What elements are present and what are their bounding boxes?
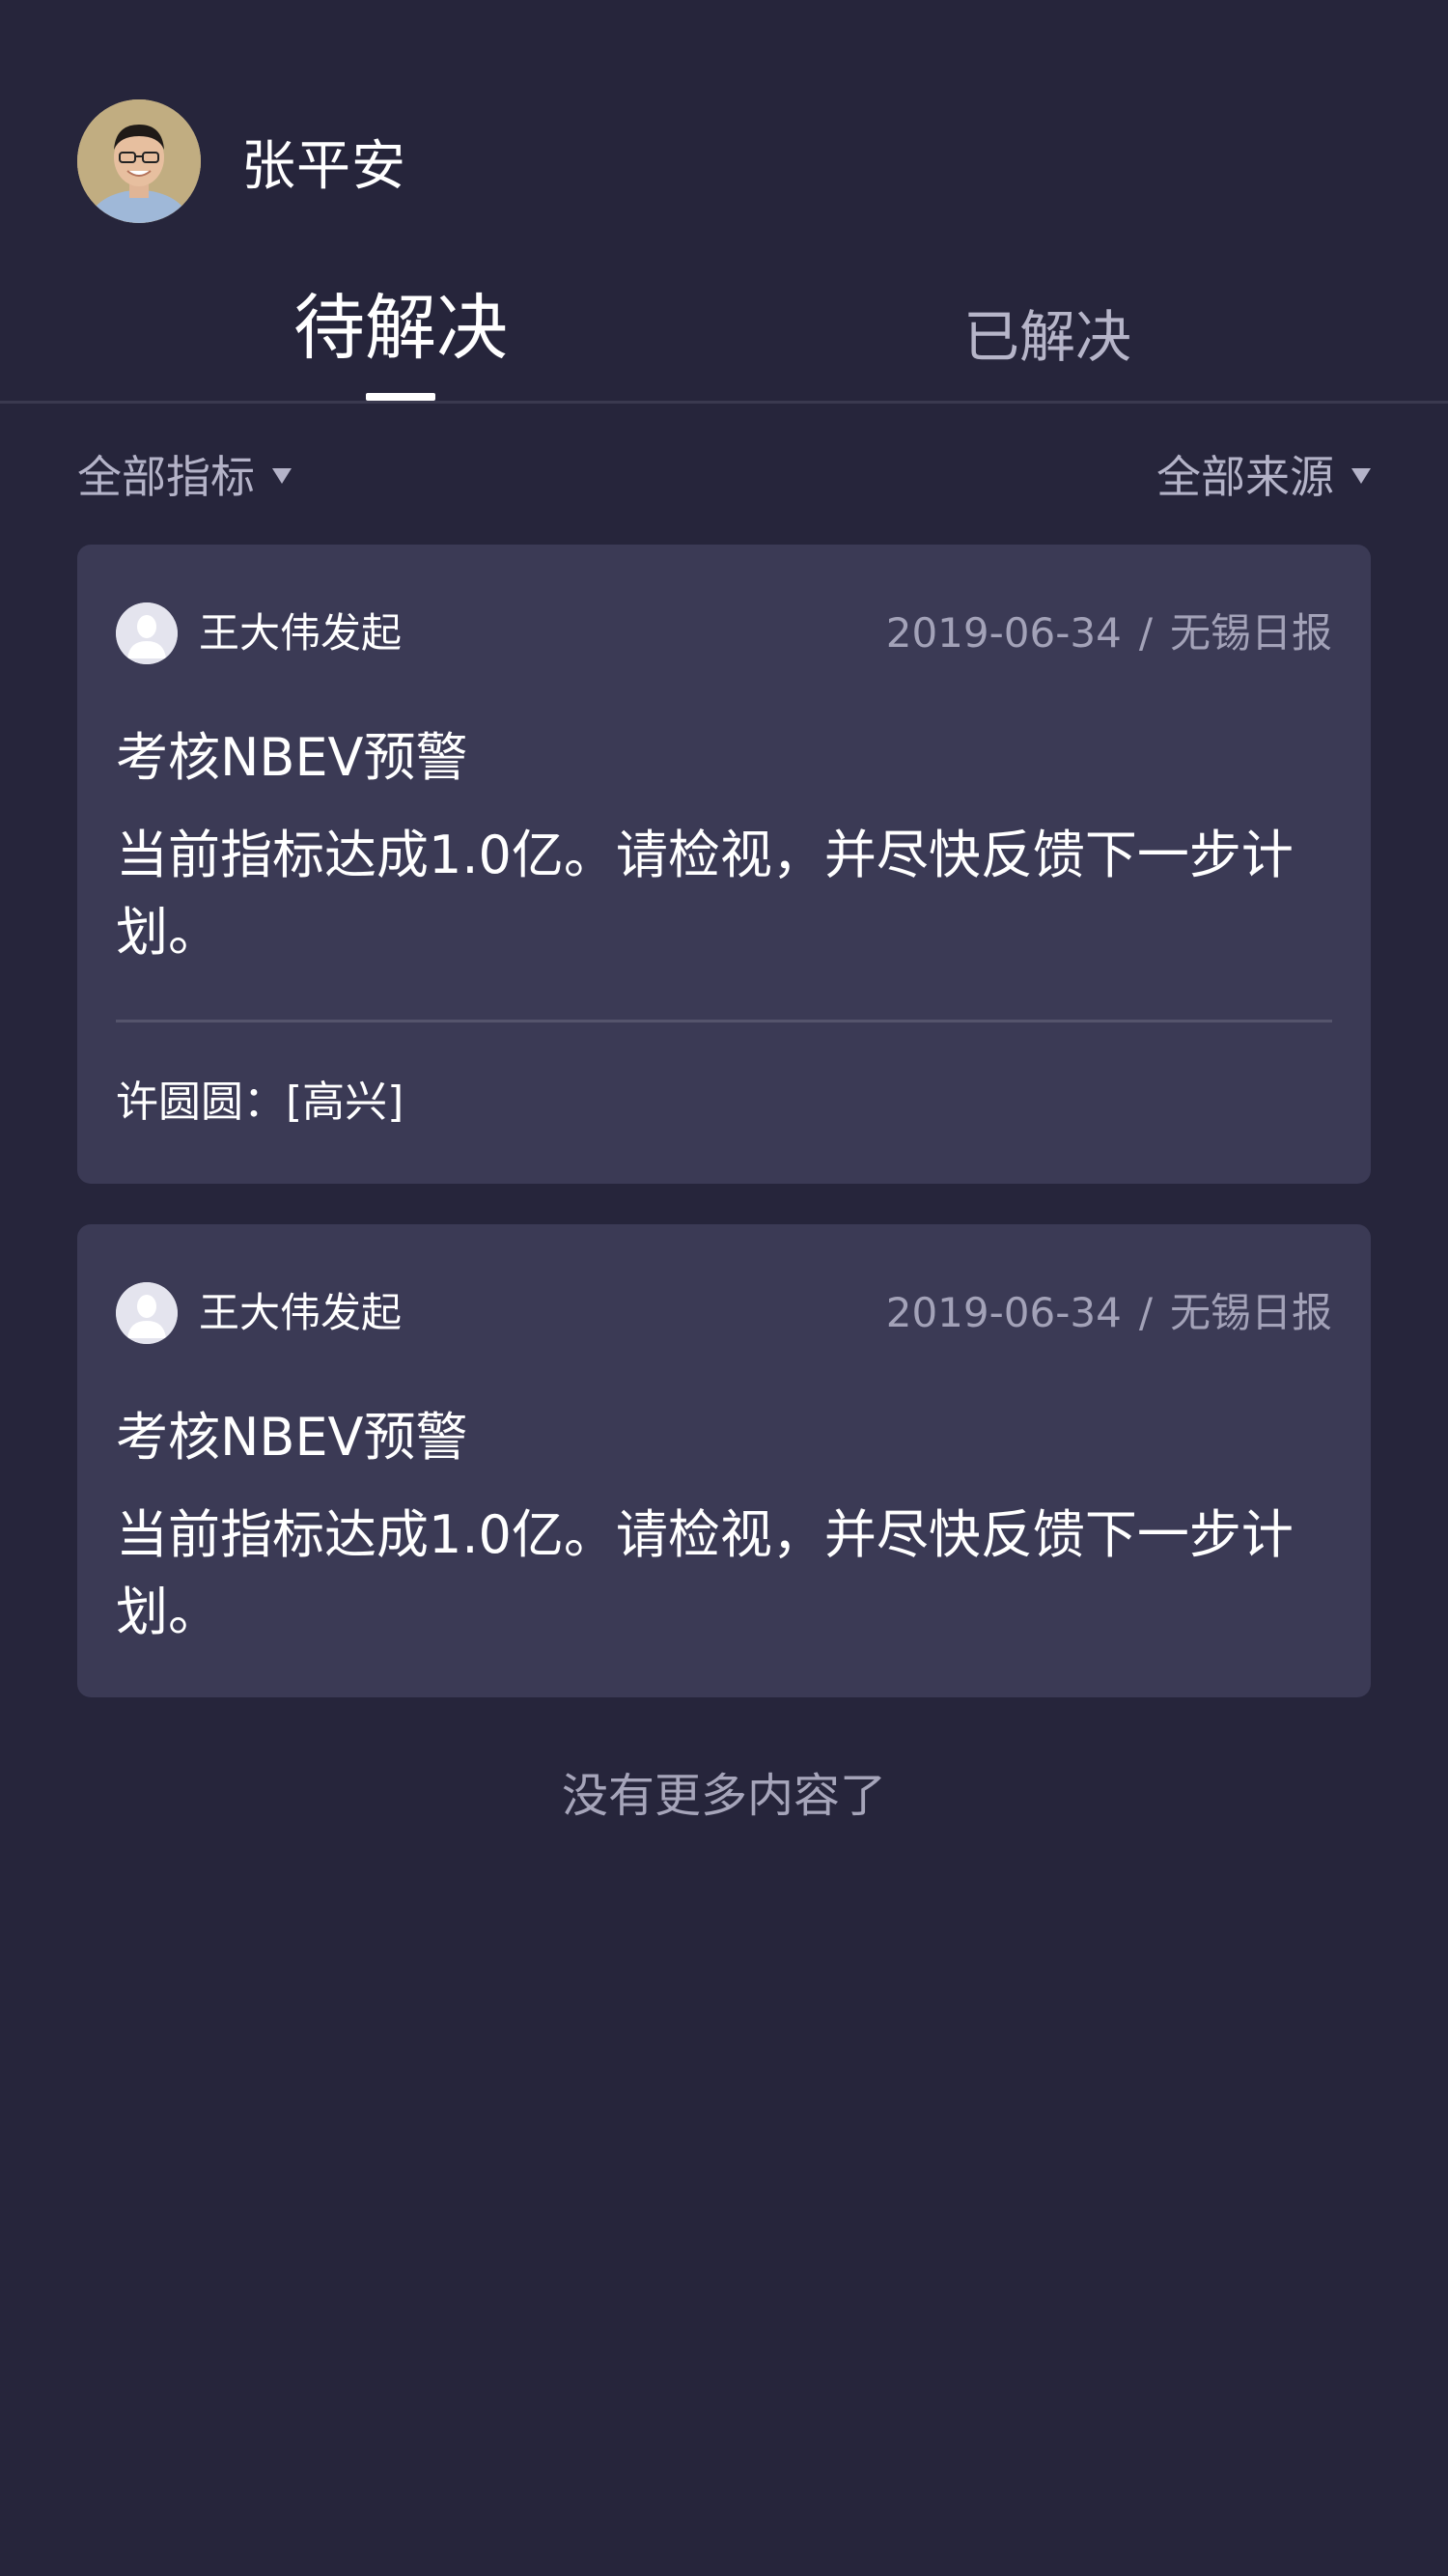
tab-pending[interactable]: 待解决 bbox=[241, 261, 560, 403]
card-title: 考核NBEV预警 bbox=[116, 727, 468, 788]
card-header: 王大伟发起 2019-06-34 / 无锡日报 bbox=[116, 602, 1332, 666]
user-photo-icon bbox=[77, 99, 201, 223]
filter-bar: 全部指标 全部来源 bbox=[77, 439, 1371, 509]
default-user-icon bbox=[116, 1282, 178, 1344]
caret-down-icon bbox=[1351, 468, 1371, 484]
initiator-label: 王大伟发起 bbox=[199, 1289, 403, 1336]
initiator-label: 王大伟发起 bbox=[199, 609, 403, 657]
card-source: 无锡日报 bbox=[1169, 1289, 1332, 1336]
default-user-icon bbox=[116, 602, 178, 664]
caret-down-icon bbox=[272, 468, 292, 484]
end-of-list-text: 没有更多内容了 bbox=[561, 1769, 886, 1823]
meta-separator: / bbox=[1138, 1289, 1153, 1336]
source-filter-label: 全部来源 bbox=[1156, 451, 1334, 503]
active-tab-indicator bbox=[366, 393, 435, 401]
card-comment: 许圆圆：[高兴] bbox=[116, 1078, 404, 1127]
card-date: 2019-06-34 bbox=[885, 609, 1122, 657]
username: 张平安 bbox=[241, 134, 406, 198]
tab-resolved-label: 已解决 bbox=[962, 303, 1131, 370]
indicator-filter-dropdown[interactable]: 全部指标 bbox=[77, 439, 292, 509]
alert-card[interactable]: 王大伟发起 2019-06-34 / 无锡日报 考核NBEV预警 当前指标达成1… bbox=[77, 1224, 1371, 1697]
card-date: 2019-06-34 bbox=[885, 1289, 1122, 1336]
card-divider bbox=[116, 1020, 1332, 1022]
card-body: 当前指标达成1.0亿。请检视，并尽快反馈下一步计划。 bbox=[116, 1504, 1294, 1642]
card-header: 王大伟发起 2019-06-34 / 无锡日报 bbox=[116, 1282, 1332, 1346]
meta-separator: / bbox=[1138, 609, 1153, 657]
user-avatar[interactable] bbox=[77, 99, 201, 223]
profile-header: 张平安 bbox=[77, 99, 406, 223]
tab-pending-label: 待解决 bbox=[293, 287, 508, 370]
card-title: 考核NBEV预警 bbox=[116, 1407, 468, 1468]
tabs-divider bbox=[0, 401, 1448, 404]
source-filter-dropdown[interactable]: 全部来源 bbox=[1156, 439, 1371, 509]
alert-card[interactable]: 王大伟发起 2019-06-34 / 无锡日报 考核NBEV预警 当前指标达成1… bbox=[77, 545, 1371, 1184]
tab-resolved[interactable]: 已解决 bbox=[888, 261, 1207, 403]
status-tabs: 待解决 已解决 bbox=[0, 261, 1448, 403]
card-meta: 2019-06-34 / 无锡日报 bbox=[886, 1286, 1332, 1340]
card-body: 当前指标达成1.0亿。请检视，并尽快反馈下一步计划。 bbox=[116, 825, 1294, 963]
indicator-filter-label: 全部指标 bbox=[77, 451, 255, 503]
card-source: 无锡日报 bbox=[1169, 609, 1332, 657]
card-meta: 2019-06-34 / 无锡日报 bbox=[886, 606, 1332, 660]
